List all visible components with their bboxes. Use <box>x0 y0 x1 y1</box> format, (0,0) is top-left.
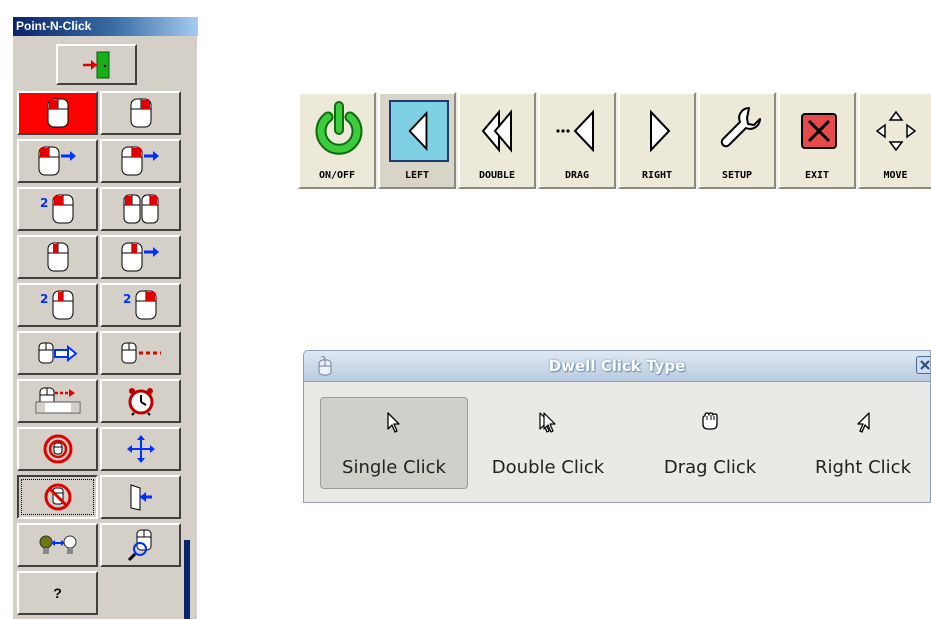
exit-door-icon <box>82 51 109 78</box>
onoff-button[interactable]: ON/OFF <box>298 92 376 189</box>
left-click-continue-icon <box>38 146 76 176</box>
right-button[interactable]: RIGHT <box>618 92 696 189</box>
magnify-mouse-button[interactable] <box>100 523 181 567</box>
target-button[interactable] <box>17 427 98 471</box>
double-button[interactable]: DOUBLE <box>458 92 536 189</box>
left-drag-mouse-icon <box>47 242 68 272</box>
exit-label: EXIT <box>804 170 830 181</box>
slow-drag-icon <box>35 387 80 414</box>
double-left-icon <box>481 109 512 153</box>
single-click-button[interactable]: Single Click <box>320 397 468 489</box>
onoff-label: ON/OFF <box>318 170 356 181</box>
double-click-button[interactable]: 2 <box>17 283 98 327</box>
pointer-arrow-icon <box>387 412 400 433</box>
right-pointer-icon <box>857 412 870 433</box>
right-triangle-icon <box>650 109 671 153</box>
drag-label: DRAG <box>564 170 590 181</box>
drag-click-button[interactable]: Drag Click <box>636 397 784 489</box>
setup-button[interactable]: SETUP <box>698 92 776 189</box>
right-click-mouse-icon <box>130 98 151 128</box>
double-left-click-button[interactable]: 2 <box>17 187 98 231</box>
svg-text:2: 2 <box>40 196 48 210</box>
double-click-label: Double Click <box>491 457 605 478</box>
dwell-title: Dwell Click Type <box>548 357 686 375</box>
palette-scrollbar[interactable] <box>184 540 190 619</box>
exit-door-button[interactable] <box>56 44 137 85</box>
double-click-mouse-icon: 2 <box>40 290 73 320</box>
move-label: MOVE <box>883 170 908 181</box>
drag-to-target-icon <box>38 342 78 364</box>
grab-hand-icon <box>702 412 718 430</box>
no-click-button[interactable] <box>17 475 98 519</box>
double-right-click-button[interactable]: 2 <box>100 283 181 327</box>
right-click-continue-icon <box>121 146 159 176</box>
svg-text:2: 2 <box>40 292 48 306</box>
right-label: RIGHT <box>641 170 673 181</box>
move-arrows-icon <box>126 435 155 463</box>
left-triangle-icon <box>389 100 449 162</box>
right-click-label: Right Click <box>814 457 911 478</box>
both-buttons-click-button[interactable] <box>100 187 181 231</box>
move-arrows-icon <box>875 110 917 152</box>
double-label: DOUBLE <box>478 170 516 181</box>
drag-click-label: Drag Click <box>663 457 757 478</box>
drag-left-icon <box>556 109 594 153</box>
wrench-icon <box>720 107 761 148</box>
dwell-titlebar[interactable]: Dwell Click Type <box>304 351 930 382</box>
toggle-bulb-button[interactable] <box>17 523 98 567</box>
target-icon <box>43 434 72 464</box>
click-toolbar: ON/OFF LEFT DOUBLE DRAG RIGHT SETUP EXIT… <box>298 92 931 189</box>
move-toolbar-button[interactable]: MOVE <box>858 92 931 189</box>
alarm-clock-icon <box>128 388 153 416</box>
right-drag-arrow-icon <box>121 242 159 272</box>
help-button[interactable]: ? <box>17 571 98 615</box>
double-click-button[interactable]: Double Click <box>474 397 622 489</box>
slow-drag-button[interactable] <box>17 379 98 423</box>
drag-dashed-icon <box>121 342 161 364</box>
svg-text:2: 2 <box>123 292 131 306</box>
right-click-continue-button[interactable] <box>100 139 181 183</box>
left-drag-button[interactable] <box>17 235 98 279</box>
toggle-bulb-icon <box>39 535 76 554</box>
exit-left-icon <box>130 484 152 511</box>
double-right-click-icon: 2 <box>123 290 156 320</box>
left-click-continue-button[interactable] <box>17 139 98 183</box>
close-button[interactable] <box>916 356 930 374</box>
right-drag-button[interactable] <box>100 235 181 279</box>
left-click-mouse-icon <box>47 98 68 128</box>
drag-button[interactable]: DRAG <box>538 92 616 189</box>
left-click-button[interactable] <box>17 91 98 135</box>
double-left-click-icon: 2 <box>40 194 73 224</box>
single-click-label: Single Click <box>342 457 446 478</box>
both-buttons-mouse-icon <box>123 194 158 224</box>
right-click-button[interactable]: Right Click <box>794 397 931 489</box>
drag-to-target-button[interactable] <box>17 331 98 375</box>
power-icon <box>315 101 363 155</box>
left-label: LEFT <box>404 170 430 181</box>
exit-button[interactable]: EXIT <box>778 92 856 189</box>
point-n-click-palette: Point-N-Click 2 2 2 ? <box>12 17 198 619</box>
no-click-icon <box>44 483 71 511</box>
drag-dashed-button[interactable] <box>100 331 181 375</box>
move-button[interactable] <box>100 427 181 471</box>
double-pointer-icon <box>539 412 556 433</box>
dwell-timer-button[interactable] <box>100 379 181 423</box>
close-icon <box>920 360 930 370</box>
left-button[interactable]: LEFT <box>378 92 456 189</box>
palette-titlebar: Point-N-Click <box>13 17 198 36</box>
setup-label: SETUP <box>721 170 753 181</box>
magnify-mouse-icon <box>127 529 151 561</box>
dwell-click-type-window: Dwell Click Type Single Click Double Cli… <box>303 350 931 503</box>
exit-left-button[interactable] <box>100 475 181 519</box>
help-label: ? <box>53 585 62 601</box>
right-click-button[interactable] <box>100 91 181 135</box>
exit-x-icon <box>801 113 837 149</box>
